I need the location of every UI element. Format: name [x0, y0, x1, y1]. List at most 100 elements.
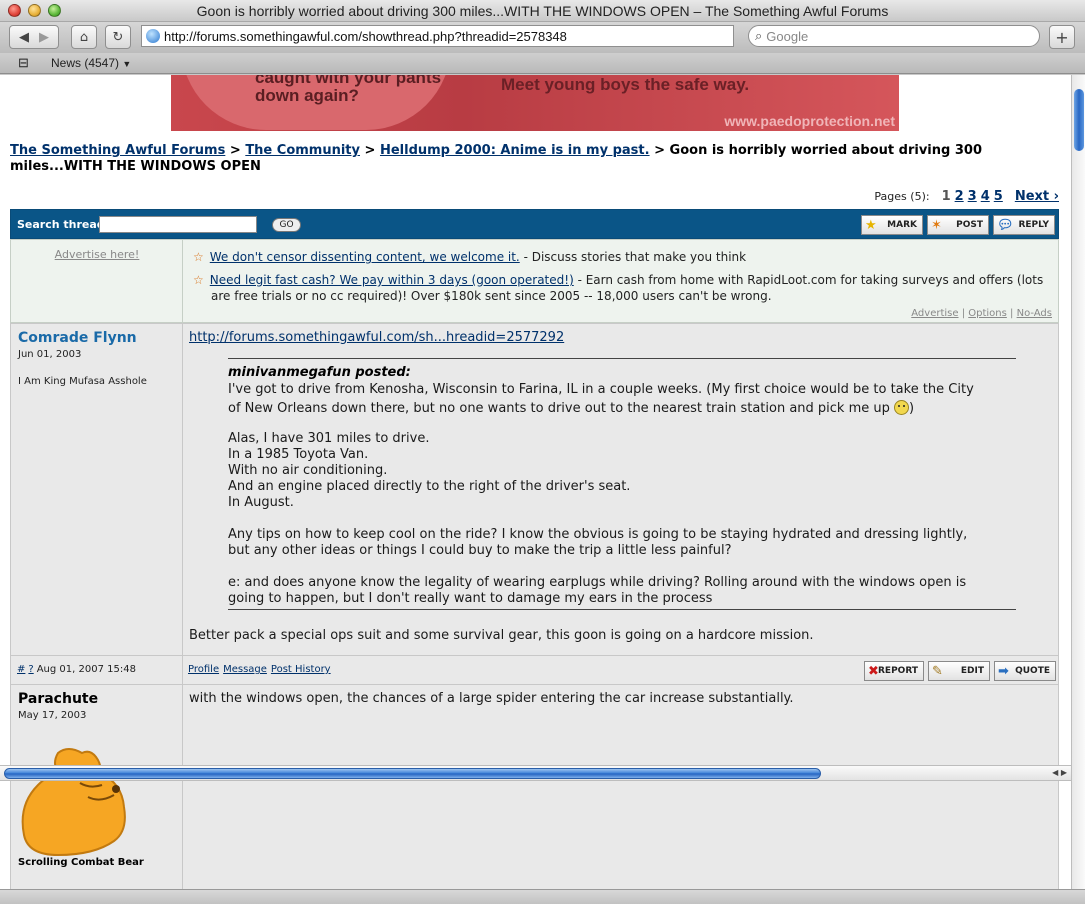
- text-ad-1-desc: - Discuss stories that make you think: [519, 250, 747, 264]
- bookmarks-bar: ⊟ News (4547) ▼: [0, 53, 1085, 74]
- vertical-scroll-thumb[interactable]: [1074, 89, 1084, 151]
- ad-options: Advertise | Options | No-Ads: [911, 308, 1052, 319]
- page-viewport: caught with your pants down again? Meet …: [0, 75, 1071, 890]
- quote-line: going to happen, but I don't really want…: [228, 591, 713, 606]
- message-link[interactable]: Message: [223, 664, 267, 675]
- window-titlebar: Goon is horribly worried about driving 3…: [0, 0, 1085, 22]
- post-1-profile-links: Profile Message Post History: [188, 664, 335, 675]
- post-2-regdate: May 17, 2003: [18, 710, 87, 721]
- ad-tagline: Meet young boys the safe way.: [501, 75, 750, 94]
- post-date-text: Aug 01, 2007 15:48: [36, 664, 136, 675]
- breadcrumb-sep: >: [654, 143, 665, 158]
- next-page-link[interactable]: Next ›: [1015, 189, 1059, 204]
- search-go-button[interactable]: GO: [272, 218, 301, 232]
- ad-line2: down again?: [255, 86, 359, 105]
- breadcrumb-community[interactable]: The Community: [245, 143, 360, 158]
- home-button[interactable]: ⌂: [71, 25, 97, 49]
- post-1-user-title: I Am King Mufasa Asshole: [18, 376, 147, 387]
- page-current: 1: [941, 189, 951, 204]
- search-thread-input[interactable]: [99, 216, 257, 233]
- post-label: POST: [956, 220, 983, 230]
- page-link-5[interactable]: 5: [994, 189, 1003, 204]
- pagination: Pages (5): 1 2 3 4 5 Next ›: [874, 189, 1059, 204]
- vertical-scrollbar[interactable]: [1071, 75, 1085, 890]
- reply-button[interactable]: 💬︎ REPLY: [993, 215, 1055, 235]
- scroll-left-arrow-icon[interactable]: ◀: [1052, 768, 1058, 777]
- page-link-2[interactable]: 2: [955, 189, 964, 204]
- edit-label: EDIT: [960, 666, 984, 676]
- text-ad-2-desc: - Earn cash from home with RapidLoot.com…: [573, 273, 1044, 287]
- post-history-link[interactable]: Post History: [271, 664, 331, 675]
- quote-label: QUOTE: [1015, 666, 1050, 676]
- mark-button[interactable]: ★ MARK: [861, 215, 923, 235]
- text-ads-row: Advertise here! ☆ We don't censor dissent…: [10, 239, 1059, 323]
- bookmark-news[interactable]: News (4547) ▼: [51, 56, 131, 70]
- speech-bubble-icon: 💬︎: [997, 218, 1014, 233]
- profile-link[interactable]: Profile: [188, 664, 219, 675]
- quote-line: In August.: [228, 495, 294, 510]
- star-icon: ☆: [193, 273, 204, 287]
- new-post-icon: ✶: [931, 218, 942, 233]
- report-button[interactable]: ✖ REPORT: [864, 661, 924, 681]
- post-1-quote: minivanmegafun posted: I've got to drive…: [228, 358, 1016, 610]
- pages-label: Pages (5):: [874, 190, 930, 203]
- text-ad-2: ☆ Need legit fast cash? We pay within 3 d…: [193, 272, 1053, 304]
- post-2-text: with the windows open, the chances of a …: [189, 691, 794, 706]
- reply-label: REPLY: [1018, 220, 1049, 230]
- quote-line-close: ): [909, 401, 915, 416]
- breadcrumb-helldump[interactable]: Helldump 2000: Anime is in my past.: [380, 143, 650, 158]
- post-1-footer: #? Aug 01, 2007 15:48 Profile Message Post …: [10, 655, 1059, 685]
- post-1-date: #? Aug 01, 2007 15:48: [17, 664, 136, 675]
- text-ad-2-link[interactable]: Need legit fast cash? We pay within 3 da…: [210, 273, 574, 287]
- status-bar: [0, 889, 1085, 904]
- reload-button[interactable]: ↻: [105, 25, 131, 49]
- mark-label: MARK: [887, 220, 917, 230]
- post-1-thread-link[interactable]: http://forums.somethingawful.com/sh...hr…: [189, 330, 564, 345]
- advertise-here-link[interactable]: Advertise here!: [11, 248, 183, 261]
- quote-line: but any other ideas or things I could bu…: [228, 543, 732, 558]
- post-1-userinfo: Comrade Flynn Jun 01, 2003 I Am King Muf…: [11, 324, 183, 655]
- chevron-down-icon: ▼: [122, 59, 132, 69]
- horizontal-scroll-thumb[interactable]: [4, 768, 821, 779]
- post-2-userinfo: Parachute May 17, 2003 Scrolling Combat …: [11, 685, 183, 890]
- scroll-right-arrow-icon[interactable]: ▶: [1061, 768, 1067, 777]
- star-icon: ☆: [193, 250, 204, 264]
- ad-banner[interactable]: caught with your pants down again? Meet …: [171, 75, 899, 131]
- avatar: [21, 748, 126, 857]
- address-bar[interactable]: http://forums.somethingawful.com/showthr…: [141, 25, 734, 47]
- post-2: Parachute May 17, 2003 Scrolling Combat …: [10, 684, 1059, 890]
- post-user-link[interactable]: ?: [28, 664, 33, 675]
- page-link-3[interactable]: 3: [968, 189, 977, 204]
- bookmark-news-label: News (4547): [51, 56, 120, 70]
- quote-line-with-smiley: of New Orleans down there, but no one wa…: [228, 400, 1016, 417]
- add-tab-button[interactable]: +: [1049, 25, 1075, 49]
- no-ads-link[interactable]: No-Ads: [1017, 308, 1052, 319]
- post-1-username[interactable]: Comrade Flynn: [18, 330, 137, 346]
- quote-line: e: and does anyone know the legality of …: [228, 575, 967, 590]
- post-1-link-line: http://forums.somethingawful.com/sh...hr…: [189, 330, 564, 346]
- back-forward-button[interactable]: ◀ ▶: [9, 25, 59, 49]
- edit-button[interactable]: ✎ EDIT: [928, 661, 990, 681]
- arrow-right-icon: ➡: [998, 664, 1009, 679]
- quote-button[interactable]: ➡ QUOTE: [994, 661, 1056, 681]
- text-ad-1-link[interactable]: We don't censor dissenting content, we w…: [210, 250, 520, 264]
- search-thread-label: Search thread:: [17, 218, 110, 231]
- advertise-link[interactable]: Advertise: [911, 308, 958, 319]
- home-icon: ⌂: [79, 29, 89, 45]
- post-permalink[interactable]: #: [17, 664, 25, 675]
- post-1-regdate: Jun 01, 2003: [18, 349, 82, 360]
- page-link-4[interactable]: 4: [981, 189, 990, 204]
- text-ad-2-desc-2: are free trials or no cc required)! Over…: [211, 289, 772, 303]
- scroll-arrows[interactable]: ◀ ▶: [1052, 768, 1067, 777]
- forward-arrow-icon[interactable]: ▶: [39, 30, 49, 45]
- bookmarks-book-icon[interactable]: ⊟: [18, 55, 29, 71]
- search-placeholder: Google: [766, 28, 809, 44]
- back-arrow-icon[interactable]: ◀: [19, 30, 29, 45]
- post-2-username[interactable]: Parachute: [18, 691, 98, 707]
- breadcrumb-forums[interactable]: The Something Awful Forums: [10, 143, 225, 158]
- options-link[interactable]: Options: [968, 308, 1007, 319]
- horizontal-scrollbar[interactable]: ◀ ▶: [0, 765, 1071, 781]
- post-button[interactable]: ✶ POST: [927, 215, 989, 235]
- search-field[interactable]: ⌕ Google: [748, 25, 1040, 47]
- ads-left-cell: Advertise here!: [11, 240, 183, 322]
